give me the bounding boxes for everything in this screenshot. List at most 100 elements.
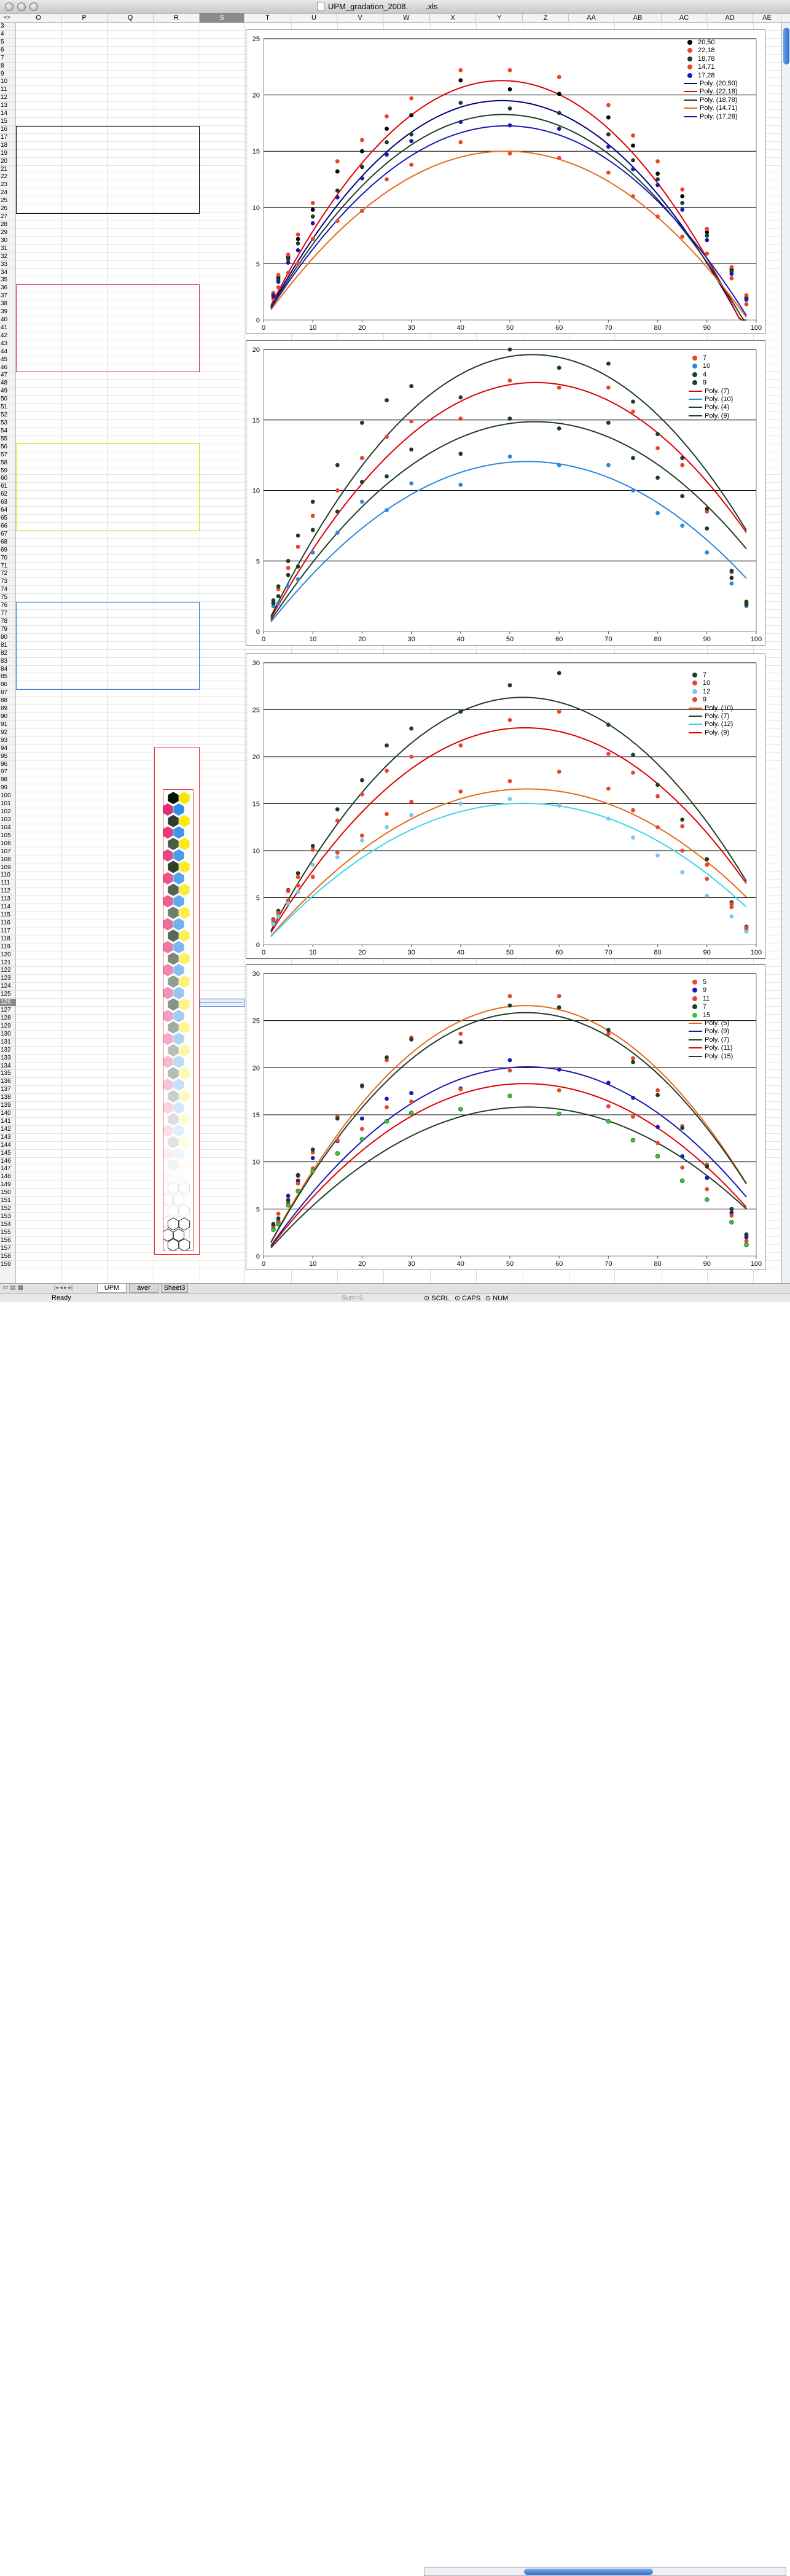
row-header[interactable]: 129 [0, 1023, 16, 1031]
table-cell[interactable] [108, 181, 151, 189]
table-cell[interactable] [154, 610, 197, 618]
table-header-cell[interactable] [200, 284, 242, 292]
target-cell[interactable] [16, 689, 59, 697]
row-header[interactable]: 133 [0, 1055, 16, 1063]
table-cell[interactable] [16, 142, 59, 150]
table-cell[interactable] [61, 499, 105, 507]
target-cell[interactable] [61, 213, 105, 221]
target-cell[interactable] [108, 372, 151, 380]
table-cell[interactable] [16, 173, 59, 181]
table-cell[interactable] [61, 356, 105, 364]
table-cell[interactable] [108, 507, 151, 515]
row-header[interactable]: 147 [0, 1165, 16, 1174]
target-cell[interactable] [108, 689, 151, 697]
table-cell[interactable] [154, 515, 197, 523]
table-cell[interactable] [61, 158, 105, 166]
row-header[interactable]: 47 [0, 372, 16, 380]
table-header-cell[interactable] [154, 284, 197, 292]
table-cell[interactable] [61, 610, 105, 618]
table-cell[interactable] [200, 459, 242, 467]
table-cell[interactable] [108, 150, 151, 158]
row-header[interactable]: 158 [0, 1253, 16, 1261]
row-header[interactable]: 23 [0, 181, 16, 190]
row-header[interactable]: 140 [0, 1110, 16, 1118]
table-cell[interactable] [108, 292, 151, 300]
column-header-x[interactable]: X [430, 14, 476, 23]
column-header-t[interactable]: T [244, 14, 291, 23]
column-header-u[interactable]: U [291, 14, 337, 23]
table-cell[interactable] [154, 173, 197, 181]
table-cell[interactable] [16, 499, 59, 507]
target-cell[interactable] [154, 531, 197, 539]
table-cell[interactable] [108, 491, 151, 499]
row-header[interactable]: 156 [0, 1237, 16, 1245]
row-header[interactable]: 68 [0, 539, 16, 547]
table-cell[interactable] [154, 681, 197, 689]
table-cell[interactable] [61, 658, 105, 666]
table-cell[interactable] [200, 332, 242, 340]
table-cell[interactable] [16, 483, 59, 491]
row-header[interactable]: 115 [0, 911, 16, 919]
table-cell[interactable] [108, 642, 151, 650]
table-cell[interactable] [154, 467, 197, 475]
table-cell[interactable] [108, 666, 151, 674]
row-header[interactable]: 112 [0, 888, 16, 896]
row-header[interactable]: 73 [0, 578, 16, 587]
row-header[interactable]: 81 [0, 642, 16, 650]
row-header[interactable]: 126 [0, 999, 16, 1007]
row-header[interactable]: 96 [0, 761, 16, 769]
table-cell[interactable] [16, 134, 59, 142]
table-cell[interactable] [154, 650, 197, 658]
table-cell[interactable] [154, 459, 197, 467]
table-cell[interactable] [154, 491, 197, 499]
table-header-cell[interactable] [200, 126, 242, 134]
horizontal-scrollbar[interactable] [424, 2567, 786, 2576]
row-header[interactable]: 71 [0, 563, 16, 571]
tvi-chart[interactable]: 0 5 10 15 20 25 0 10 20 30 40 50 60 70 80 90 100 20,50 22,… [246, 29, 765, 334]
row-header[interactable]: 67 [0, 531, 16, 539]
table-cell[interactable] [16, 158, 59, 166]
row-header[interactable]: 25 [0, 197, 16, 206]
table-cell[interactable] [61, 673, 105, 681]
row-header[interactable]: 3 [0, 23, 16, 31]
table-cell[interactable] [16, 658, 59, 666]
table-cell[interactable] [108, 499, 151, 507]
table-cell[interactable] [200, 523, 242, 531]
row-header[interactable]: 14 [0, 110, 16, 119]
row-header[interactable]: 83 [0, 658, 16, 666]
table-cell[interactable] [108, 515, 151, 523]
tvi-chart[interactable]: 0 5 10 15 20 25 30 0 10 20 30 40 50 60 70 80 90 100 5 9 11 7 1… [246, 964, 765, 1270]
row-header[interactable]: 64 [0, 507, 16, 515]
table-cell[interactable] [108, 189, 151, 197]
row-header[interactable]: 57 [0, 451, 16, 459]
row-header[interactable]: 52 [0, 412, 16, 420]
row-header[interactable]: 97 [0, 768, 16, 777]
table-cell[interactable] [200, 173, 242, 181]
vertical-scroll-thumb[interactable] [783, 28, 789, 64]
row-header[interactable]: 75 [0, 594, 16, 603]
row-header[interactable]: 48 [0, 380, 16, 388]
table-cell[interactable] [16, 666, 59, 674]
table-cell[interactable] [108, 650, 151, 658]
table-header-cell[interactable] [61, 126, 105, 134]
table-header-cell[interactable] [200, 602, 242, 610]
row-header[interactable]: 120 [0, 951, 16, 959]
table-cell[interactable] [154, 332, 197, 340]
table-cell[interactable] [154, 197, 197, 205]
row-header[interactable]: 17 [0, 134, 16, 142]
table-cell[interactable] [200, 134, 242, 142]
row-header[interactable]: 107 [0, 848, 16, 856]
table-header-cell[interactable] [154, 443, 197, 451]
table-cell[interactable] [200, 483, 242, 491]
row-header[interactable]: 32 [0, 253, 16, 261]
row-header[interactable]: 80 [0, 634, 16, 642]
select-all-corner[interactable]: <> [4, 14, 10, 20]
table-cell[interactable] [200, 642, 242, 650]
column-header-ac[interactable]: AC [662, 14, 707, 23]
row-header[interactable]: 22 [0, 173, 16, 182]
table-cell[interactable] [108, 681, 151, 689]
table-cell[interactable] [16, 189, 59, 197]
table-cell[interactable] [154, 483, 197, 491]
column-header-ae[interactable]: AE [753, 14, 781, 23]
row-header[interactable]: 41 [0, 324, 16, 332]
